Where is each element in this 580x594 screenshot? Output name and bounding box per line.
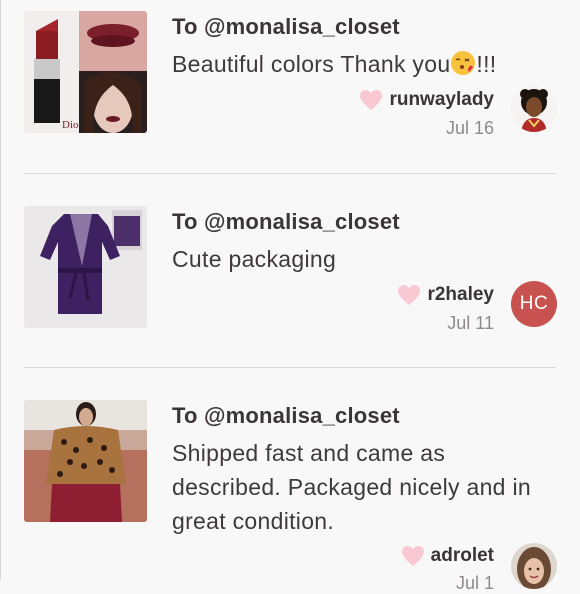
listing-thumbnail[interactable] [24, 206, 147, 328]
kissing-face-emoji-icon [450, 50, 476, 76]
avatar-initials: HC [519, 293, 549, 314]
review-date: Jul 16 [445, 118, 494, 138]
review-comment: Shipped fast and came as described. Pack… [172, 440, 531, 534]
reviewer-row[interactable]: runwaylady [359, 87, 494, 113]
reviewer-row[interactable]: r2haley [397, 282, 494, 308]
review-date: Jul 11 [447, 313, 494, 333]
reviewer-avatar[interactable]: HC [511, 281, 557, 327]
review-divider [24, 173, 556, 174]
review-recipient: To @monalisa_closet [172, 209, 400, 234]
review-recipient: To @monalisa_closet [172, 403, 400, 428]
review-card: To @monalisa_closet Shipped fast and cam… [0, 389, 580, 593]
bitmoji-avatar-icon [511, 86, 557, 132]
review-recipient: To @monalisa_closet [172, 14, 400, 39]
heart-icon [360, 90, 383, 110]
listing-thumbnail[interactable]: Dio [24, 11, 147, 133]
lipstick-collage-image: Dio [24, 11, 147, 133]
review-comment: Cute packaging [172, 246, 337, 272]
reviewer-username[interactable]: adrolet [431, 545, 494, 567]
reviewer-avatar[interactable] [511, 543, 557, 589]
heart-icon [401, 546, 424, 566]
comment-text-suffix: !!! [476, 51, 497, 77]
reviewer-row[interactable]: adrolet [401, 543, 494, 569]
comment-text: Beautiful colors Thank you [172, 51, 451, 77]
purple-robe-image [24, 206, 147, 328]
love-notes-feed: Dio To @monalisa_closet Beautiful colors… [0, 0, 580, 593]
dio-label: Dio [62, 119, 79, 131]
reviewer-username[interactable]: r2haley [427, 284, 494, 306]
reviewer-username[interactable]: runwaylady [389, 89, 494, 111]
photo-avatar-icon [511, 543, 557, 589]
heart-icon [398, 285, 421, 305]
review-card: To @monalisa_closet Cute packaging r2hal… [0, 195, 580, 389]
leopard-sweater-image [24, 400, 147, 522]
reviewer-avatar[interactable] [511, 86, 557, 132]
review-comment: Beautiful colors Thank you!!! [172, 47, 552, 81]
review-card: Dio To @monalisa_closet Beautiful colors… [0, 0, 580, 194]
review-date: Jul 1 [455, 573, 494, 593]
listing-thumbnail[interactable] [24, 400, 147, 522]
review-divider [24, 367, 556, 368]
